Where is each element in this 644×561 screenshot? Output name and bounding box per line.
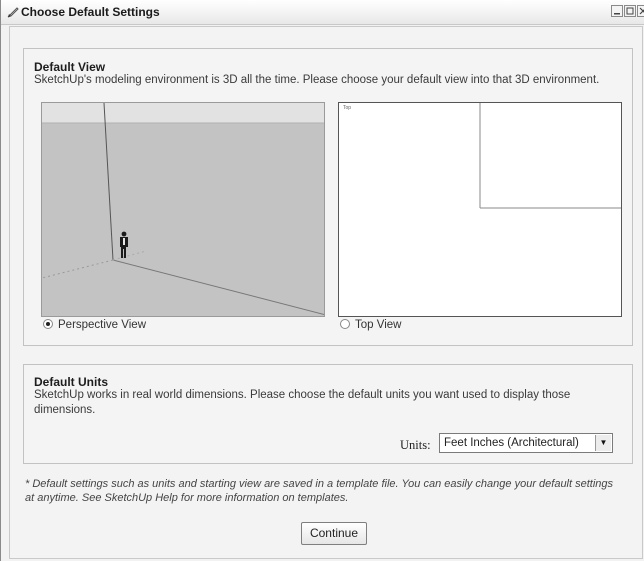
pencil-icon	[7, 7, 19, 18]
perspective-scene	[42, 103, 324, 316]
default-view-title: Default View	[34, 60, 106, 74]
top-view-preview[interactable]: Top	[338, 102, 622, 317]
default-units-title: Default Units	[34, 375, 109, 389]
units-label: Units:	[400, 438, 431, 452]
template-footnote: * Default settings such as units and sta…	[25, 478, 614, 504]
perspective-view-option[interactable]: Perspective View	[43, 319, 146, 331]
maximize-icon	[626, 7, 634, 15]
window-title: Choose Default Settings	[21, 5, 160, 19]
perspective-view-label: Perspective View	[58, 319, 146, 331]
maximize-button[interactable]	[624, 5, 636, 17]
top-view-option[interactable]: Top View	[340, 319, 401, 331]
dialog-window: Choose Default Settings Default View Ske…	[0, 0, 644, 561]
continue-button[interactable]: Continue	[301, 522, 367, 545]
top-view-label: Top View	[355, 319, 402, 331]
units-select-value: Feet Inches (Architectural)	[444, 437, 579, 449]
minimize-icon	[614, 13, 620, 15]
top-view-radio[interactable]	[340, 319, 350, 329]
default-units-description: SketchUp works in real world dimensions.…	[34, 389, 571, 416]
chevron-down-icon[interactable]: ▼	[595, 435, 611, 451]
minimize-button[interactable]	[611, 5, 623, 17]
perspective-view-preview[interactable]	[41, 102, 325, 317]
top-scene	[479, 103, 621, 209]
units-select[interactable]: Feet Inches (Architectural) ▼	[439, 433, 613, 453]
close-icon	[639, 7, 644, 15]
close-button[interactable]	[637, 5, 644, 17]
title-bar[interactable]: Choose Default Settings	[1, 0, 644, 25]
perspective-view-radio[interactable]	[43, 319, 53, 329]
default-view-description: SketchUp's modeling environment is 3D al…	[34, 74, 600, 86]
